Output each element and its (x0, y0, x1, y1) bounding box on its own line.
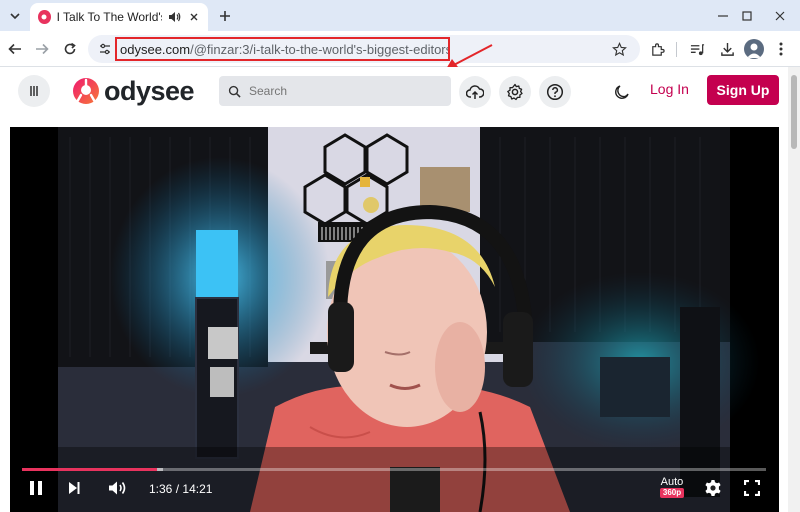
url-path: /@finzar:3/i-talk-to-the-world's-biggest… (190, 41, 448, 57)
help-button[interactable] (539, 76, 571, 108)
logo-text: odysee (104, 75, 195, 106)
moon-icon (615, 85, 629, 99)
forward-button[interactable] (31, 38, 53, 60)
maximize-icon (742, 10, 752, 21)
skip-next-icon (69, 482, 80, 494)
upload-button[interactable] (459, 76, 491, 108)
page-scrollbar[interactable] (788, 67, 800, 512)
time-separator: / (175, 482, 180, 496)
volume-button[interactable] (106, 476, 130, 500)
sign-up-button[interactable]: Sign Up (707, 75, 779, 105)
search-input[interactable] (249, 84, 439, 98)
odysee-favicon-icon (38, 10, 51, 24)
scrollbar-thumb[interactable] (791, 75, 797, 149)
log-in-link[interactable]: Log In (650, 81, 689, 97)
downloads-button[interactable] (716, 38, 738, 60)
quality-label: Auto (660, 476, 684, 488)
help-question-icon (546, 83, 564, 101)
tab-title: I Talk To The World's BIGG (56, 10, 163, 24)
close-icon (775, 11, 785, 20)
bookmark-star-icon[interactable] (610, 40, 628, 58)
browser-tab[interactable]: I Talk To The World's BIGG (30, 3, 208, 31)
gear-icon (507, 83, 523, 101)
volume-icon (109, 481, 126, 495)
extensions-button[interactable] (646, 38, 668, 60)
quality-selector[interactable]: Auto 360p (657, 476, 687, 498)
download-icon (720, 42, 734, 56)
quality-badge: 360p (659, 488, 685, 498)
profile-avatar-icon[interactable] (744, 39, 764, 59)
tab-search-button[interactable] (4, 5, 26, 27)
pause-button[interactable] (24, 476, 48, 500)
site-info-icon[interactable] (95, 39, 115, 59)
player-settings-button[interactable] (701, 476, 725, 500)
toolbar-divider (676, 42, 677, 57)
url-highlight-box[interactable]: odysee.com/@finzar:3/i-talk-to-the-world… (115, 37, 450, 61)
puzzle-icon (651, 42, 665, 56)
dark-mode-toggle[interactable] (606, 76, 638, 108)
video-frame (10, 127, 779, 512)
played-bar (22, 468, 158, 471)
media-controls-button[interactable] (686, 38, 708, 60)
arrow-left-icon (8, 43, 21, 55)
fullscreen-button[interactable] (740, 476, 764, 500)
current-time: 1:36 (149, 482, 173, 496)
sidebar-menu-button[interactable] (18, 75, 50, 107)
fullscreen-icon (744, 480, 760, 496)
menu-bars-icon (30, 86, 38, 96)
browser-menu-button[interactable] (770, 38, 792, 60)
close-tab-icon[interactable] (187, 10, 200, 24)
gear-icon (705, 480, 721, 496)
playlist-music-icon (690, 43, 704, 55)
arrow-right-icon (36, 43, 49, 55)
search-box[interactable] (219, 76, 451, 106)
video-progress-bar[interactable] (22, 468, 766, 471)
kebab-menu-icon (779, 42, 783, 56)
reload-button[interactable] (59, 38, 81, 60)
next-button[interactable] (62, 476, 86, 500)
pause-icon (30, 481, 42, 495)
cloud-upload-icon (466, 85, 484, 99)
settings-button[interactable] (499, 76, 531, 108)
browser-toolbar: odysee.com/@finzar:3/i-talk-to-the-world… (0, 31, 800, 69)
web-page: odysee Log In Sign Up (0, 67, 800, 512)
omnibox[interactable]: odysee.com/@finzar:3/i-talk-to-the-world… (88, 35, 640, 63)
url-host: odysee.com (120, 41, 191, 57)
odysee-logo[interactable]: odysee (72, 75, 195, 107)
plus-icon (220, 11, 230, 21)
new-tab-button[interactable] (214, 5, 236, 27)
browser-tab-strip: I Talk To The World's BIGG (0, 0, 800, 31)
back-button[interactable] (4, 38, 26, 60)
chevron-down-icon (10, 13, 20, 20)
speaker-icon[interactable] (168, 10, 181, 24)
url-text: odysee.com/@finzar:3/i-talk-to-the-world… (120, 42, 448, 57)
close-window-button[interactable] (760, 0, 800, 31)
reload-icon (64, 42, 76, 55)
time-display: 1:36 / 14:21 (149, 482, 212, 496)
odysee-logo-icon (73, 78, 99, 104)
duration: 14:21 (182, 482, 213, 496)
search-icon (228, 85, 241, 98)
video-player[interactable]: 1:36 / 14:21 Auto 360p (10, 127, 779, 512)
